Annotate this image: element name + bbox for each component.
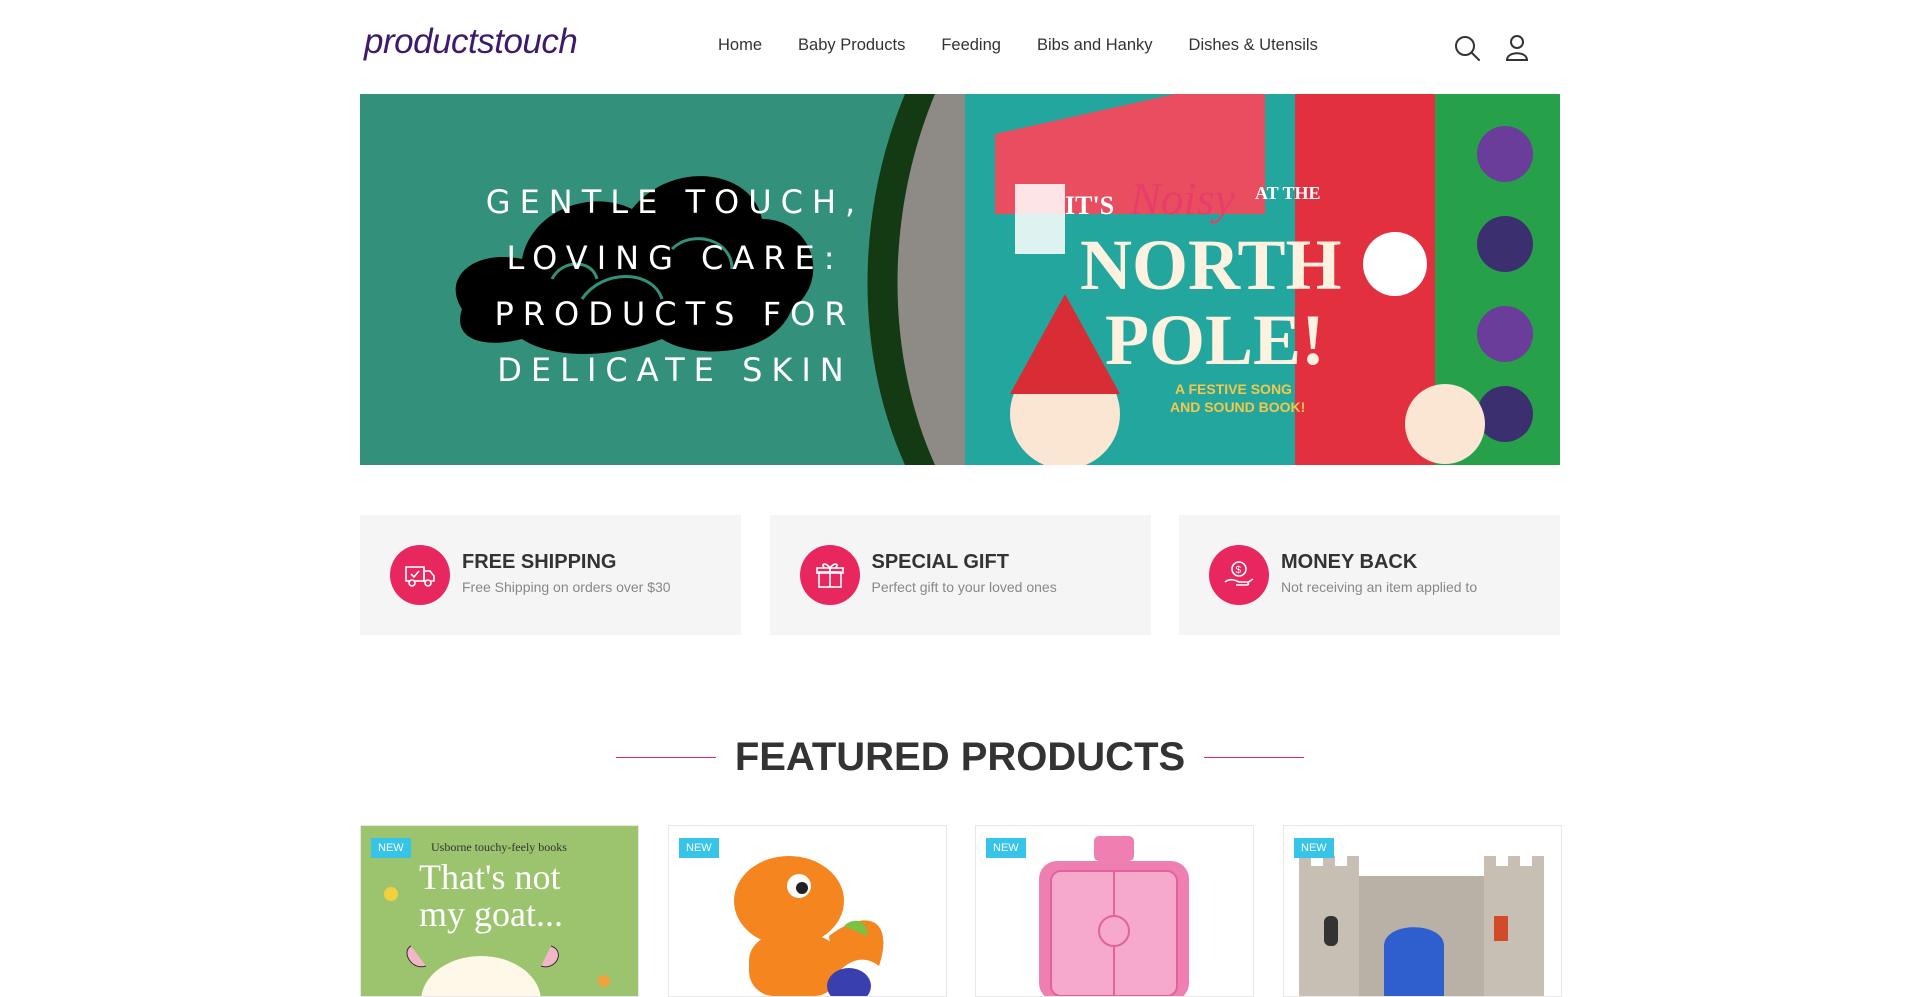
- feature-subtitle: Free Shipping on orders over $30: [462, 579, 671, 595]
- main-nav: Home Baby Products Feeding Bibs and Hank…: [718, 36, 1354, 55]
- product-card[interactable]: NEW: [975, 825, 1254, 997]
- book-text-sound-book: AND SOUND BOOK!: [1170, 399, 1305, 415]
- hero-headline: GENTLE TOUCH, LOVING CARE: PRODUCTS FOR …: [420, 174, 930, 398]
- feature-title: FREE SHIPPING: [462, 551, 617, 573]
- money-hand-icon: $: [1209, 545, 1269, 605]
- gift-icon: [799, 545, 860, 605]
- site-header: productstouch Home Baby Products Feeding…: [0, 0, 1920, 94]
- book-title-line2: my goat...: [419, 894, 563, 934]
- hero-line-4: DELICATE SKIN: [497, 351, 853, 389]
- book-text-its: IT'S: [1065, 191, 1114, 220]
- feature-title: SPECIAL GIFT: [871, 551, 1009, 573]
- feature-special-gift: SPECIAL GIFT Perfect gift to your loved …: [769, 515, 1151, 635]
- nav-baby-products[interactable]: Baby Products: [798, 36, 905, 55]
- nav-feeding[interactable]: Feeding: [941, 36, 1001, 55]
- feature-money-back: $ MONEY BACK Not receiving an item appli…: [1179, 515, 1560, 635]
- book-text-festive: A FESTIVE SONG: [1175, 381, 1292, 397]
- book-title-line1: That's not: [419, 857, 560, 897]
- nav-bibs-and-hanky[interactable]: Bibs and Hanky: [1037, 36, 1153, 55]
- hero-line-2: LOVING CARE:: [506, 239, 844, 277]
- features-row: FREE SHIPPING Free Shipping on orders ov…: [360, 515, 1560, 635]
- featured-products-heading: FEATURED PRODUCTS: [0, 735, 1920, 780]
- site-logo[interactable]: productstouch: [364, 22, 578, 62]
- feature-subtitle: Perfect gift to your loved ones: [871, 579, 1057, 595]
- book-series-text: Usborne touchy-feely books: [431, 840, 567, 854]
- product-card[interactable]: NEW: [1283, 825, 1562, 997]
- new-badge: NEW: [986, 838, 1026, 858]
- hero-line-3: PRODUCTS FOR: [494, 295, 856, 333]
- heading-divider-left: [616, 757, 717, 758]
- user-icon[interactable]: [1502, 33, 1532, 63]
- product-grid: NEW Usborne touchy-feely books That's no…: [360, 825, 1562, 997]
- heading-divider-right: [1203, 757, 1304, 758]
- product-card[interactable]: NEW Usborne touchy-feely books That's no…: [360, 825, 639, 997]
- feature-free-shipping: FREE SHIPPING Free Shipping on orders ov…: [360, 515, 741, 635]
- product-card[interactable]: NEW: [668, 825, 947, 997]
- book-text-pole: POLE!: [1105, 300, 1325, 380]
- new-badge: NEW: [679, 838, 719, 858]
- nav-dishes-utensils[interactable]: Dishes & Utensils: [1189, 36, 1318, 55]
- feature-subtitle: Not receiving an item applied to: [1281, 579, 1478, 595]
- svg-text:$: $: [1236, 565, 1242, 576]
- hero-line-1: GENTLE TOUCH,: [485, 183, 865, 221]
- book-text-noisy: Noisy: [1129, 173, 1235, 224]
- feature-title: MONEY BACK: [1281, 551, 1418, 573]
- section-title: FEATURED PRODUCTS: [734, 735, 1186, 779]
- new-badge: NEW: [1294, 838, 1334, 858]
- hero-banner[interactable]: GENTLE TOUCH, LOVING CARE: PRODUCTS FOR …: [360, 94, 1560, 465]
- nav-home[interactable]: Home: [718, 36, 762, 55]
- new-badge: NEW: [371, 838, 411, 858]
- book-text-at-the: AT THE: [1255, 183, 1321, 203]
- header-actions: [1452, 33, 1532, 63]
- truck-icon: [390, 545, 450, 605]
- hero-book-image: IT'S Noisy AT THE NORTH POLE! A FESTIVE …: [867, 94, 1560, 465]
- search-icon[interactable]: [1452, 33, 1482, 63]
- book-text-north: NORTH: [1080, 225, 1342, 305]
